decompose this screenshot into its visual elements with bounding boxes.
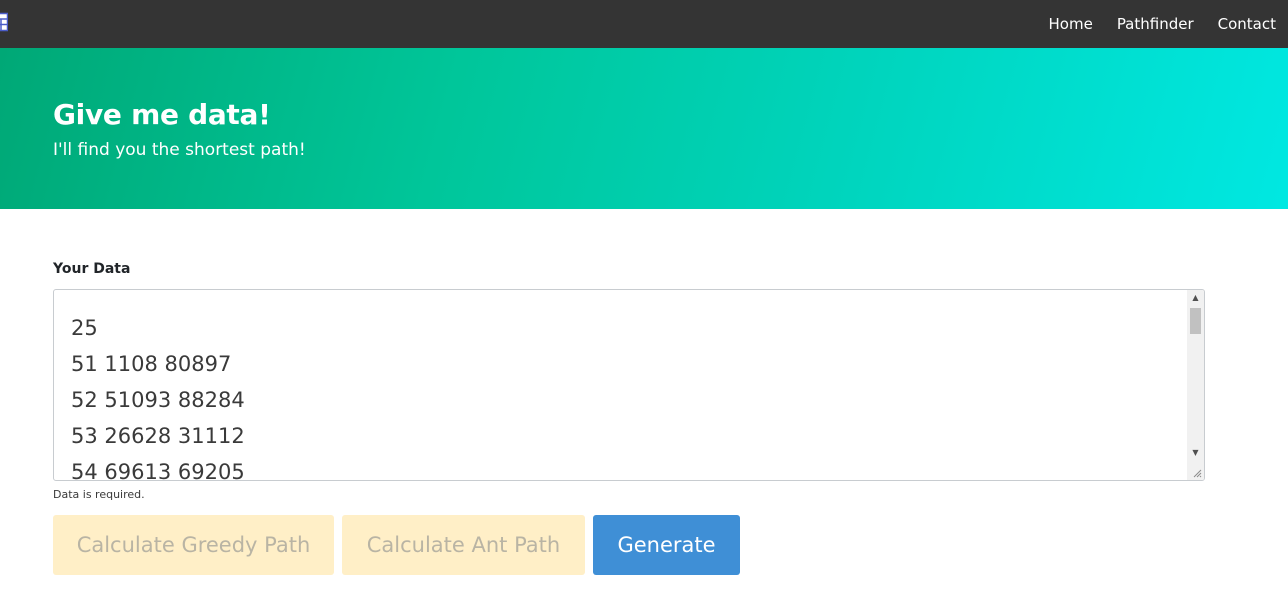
resize-grip-icon[interactable] [1187,463,1204,480]
data-textarea[interactable]: 25 51 1108 80897 52 51093 88284 53 26628 31… [53,289,1205,481]
hero-banner: Give me data! I'll find you the shortest… [0,48,1288,209]
data-line: 25 [71,316,98,340]
data-line: 52 51093 88284 [71,388,245,412]
generate-button[interactable]: Generate [593,515,740,575]
calendar-icon[interactable] [0,10,9,34]
hero-subtitle: I'll find you the shortest path! [53,140,306,160]
scroll-thumb[interactable] [1190,308,1201,334]
nav-link-home[interactable]: Home [1049,0,1093,48]
top-navbar: Home Pathfinder Contact [0,0,1288,48]
data-field-label: Your Data [53,261,131,277]
calculate-greedy-path-button[interactable]: Calculate Greedy Path [53,515,334,575]
data-line: 53 26628 31112 [71,424,245,448]
data-line: 54 69613 69205 [71,460,245,481]
calculate-ant-path-button[interactable]: Calculate Ant Path [342,515,585,575]
nav-links: Home Pathfinder Contact [1037,0,1288,48]
data-line: 51 1108 80897 [71,352,232,376]
nav-link-pathfinder[interactable]: Pathfinder [1117,0,1194,48]
scroll-up-arrow-icon[interactable]: ▲ [1187,290,1204,306]
scroll-down-arrow-icon[interactable]: ▼ [1187,445,1204,461]
nav-link-contact[interactable]: Contact [1218,0,1276,48]
data-textarea-content[interactable]: 25 51 1108 80897 52 51093 88284 53 26628 31… [71,310,245,481]
validation-message: Data is required. [53,488,145,501]
textarea-scrollbar[interactable]: ▲ ▼ [1187,290,1204,480]
hero-title: Give me data! [53,98,271,131]
